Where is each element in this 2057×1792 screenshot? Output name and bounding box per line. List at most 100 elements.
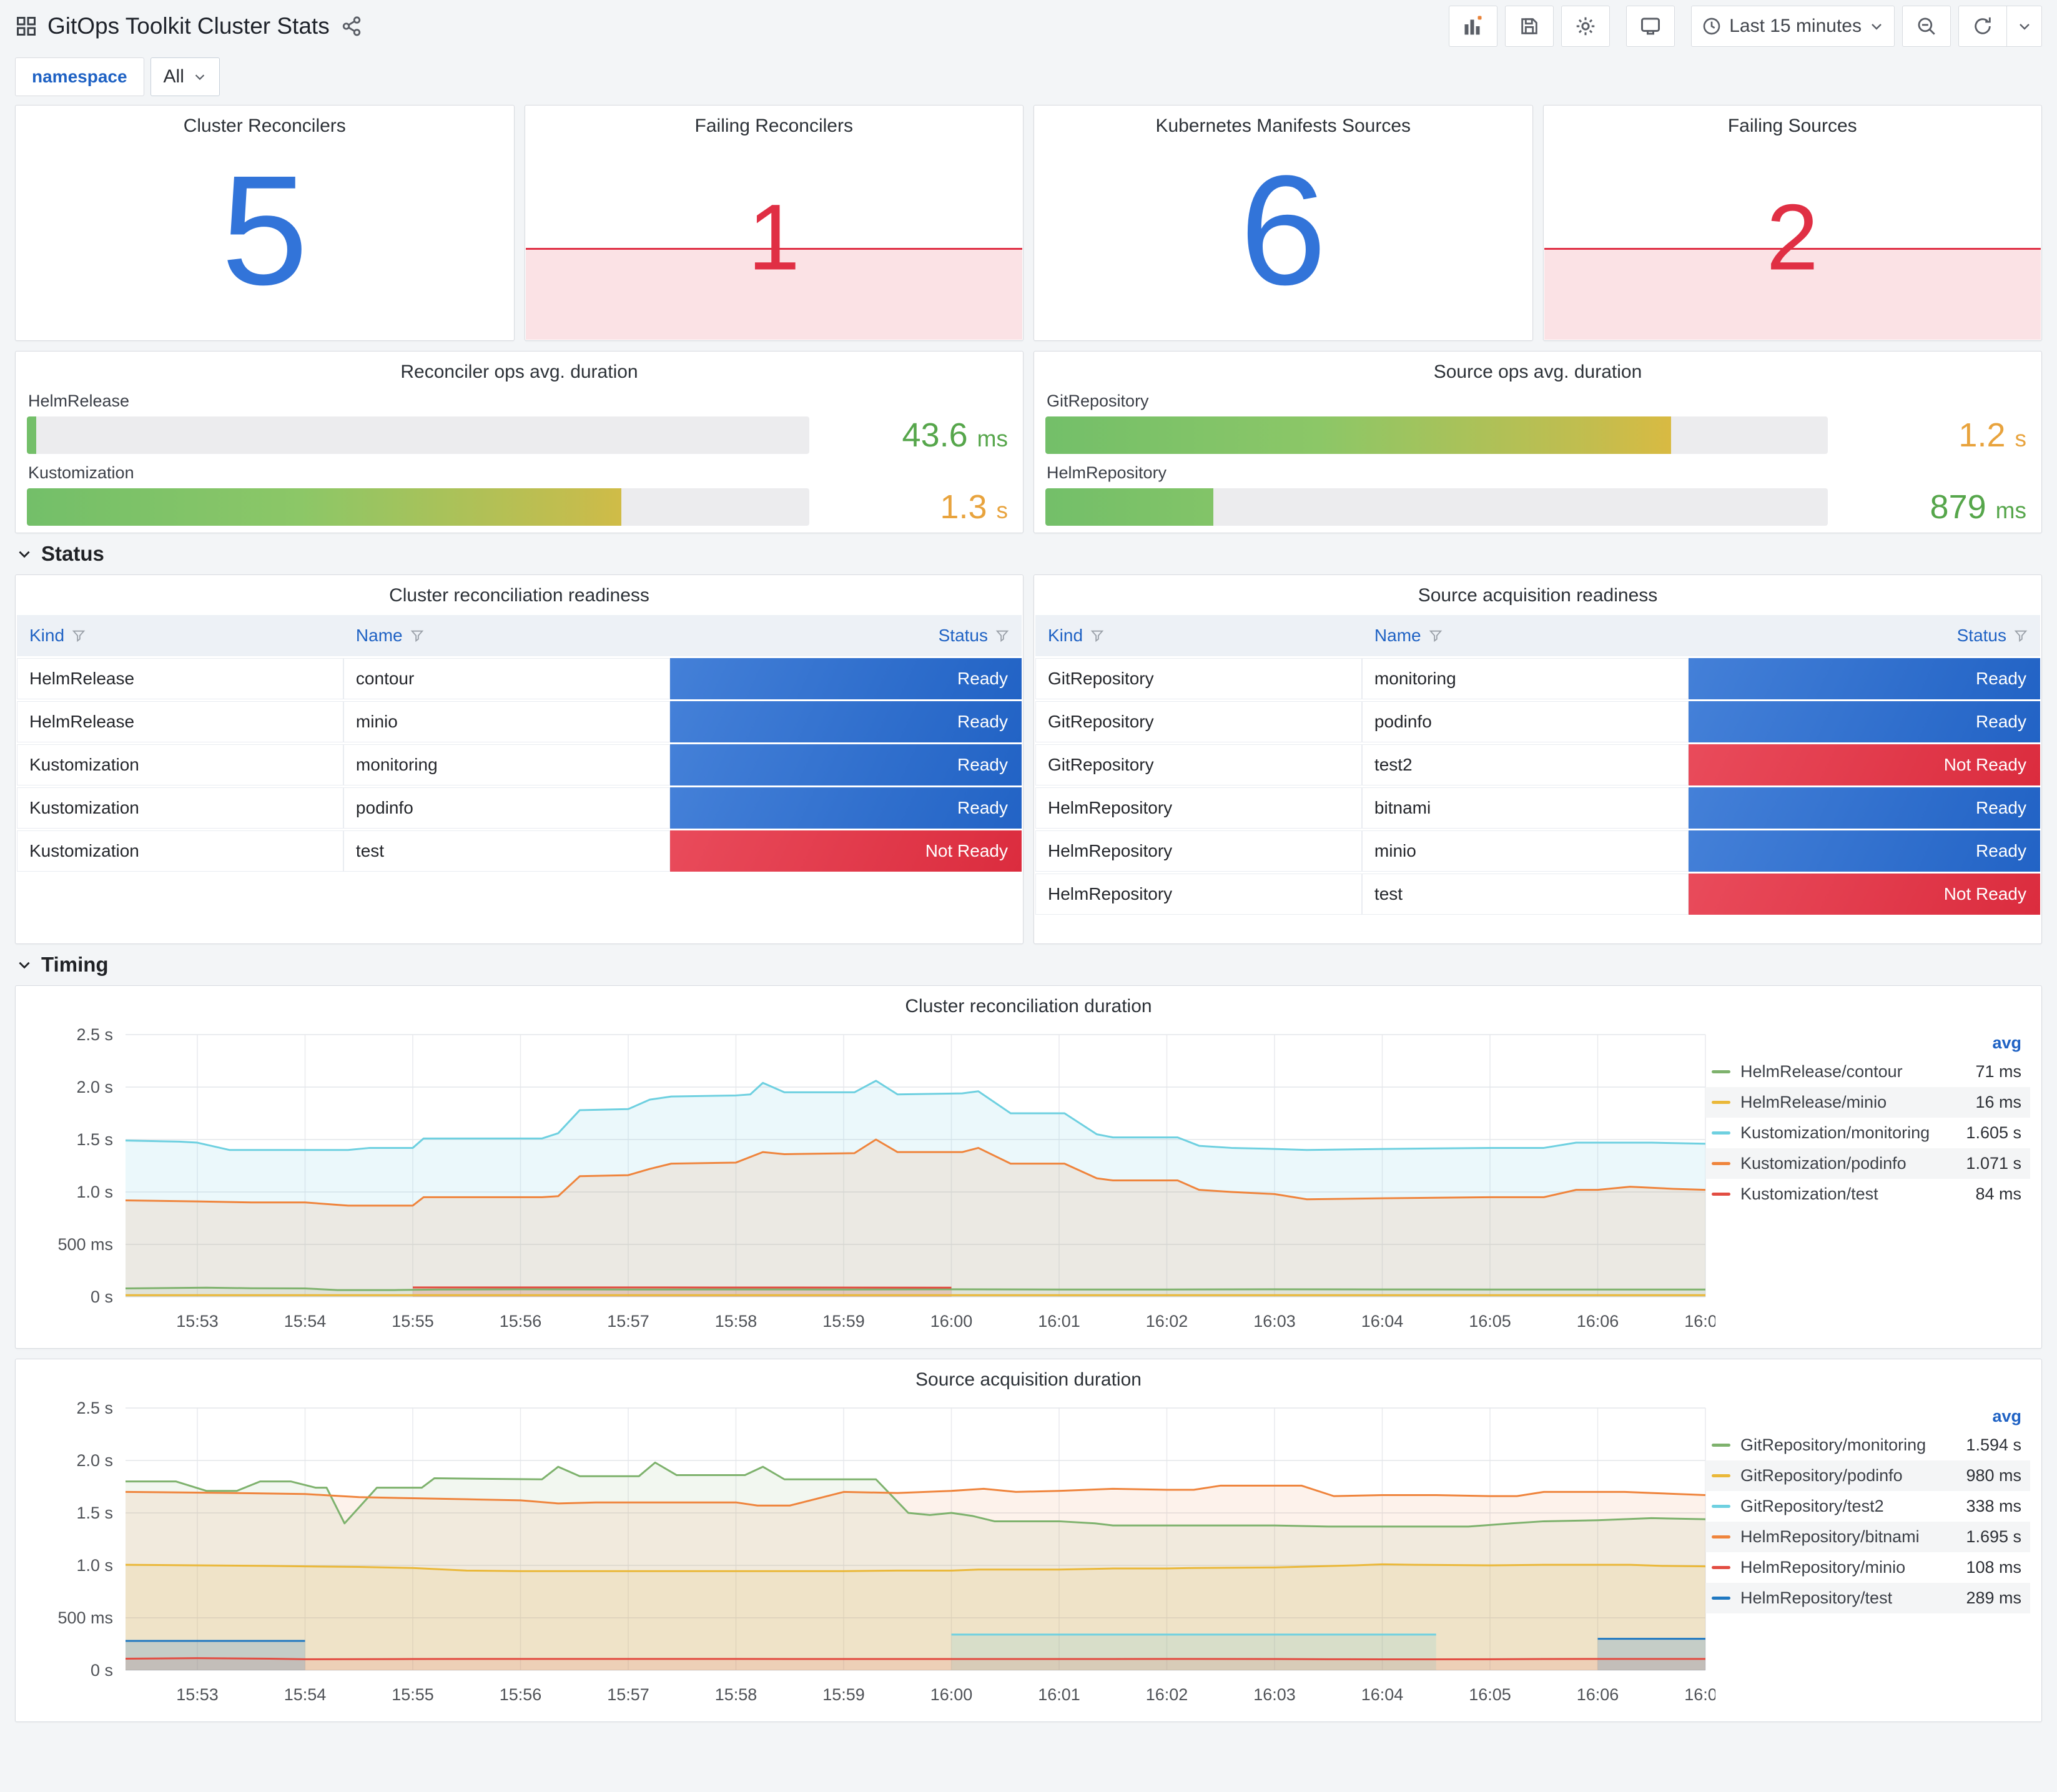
series-avg-value: 1.594 s [1966, 1435, 2021, 1454]
series-name[interactable]: GitRepository/podinfo [1740, 1466, 1928, 1485]
y-axis-tick-label: 2.0 s [76, 1078, 113, 1096]
status-badge: Ready [1688, 701, 2040, 742]
x-axis-tick-label: 16:01 [1038, 1312, 1080, 1331]
table-header-row: Kind Name Status [1035, 615, 2040, 656]
x-axis-tick-label: 15:57 [607, 1685, 649, 1704]
filter-funnel-icon[interactable] [2014, 629, 2028, 642]
x-axis-tick-label: 15:58 [715, 1685, 757, 1704]
series-name[interactable]: Kustomization/test [1740, 1184, 1928, 1204]
refresh-interval-caret-button[interactable] [2007, 6, 2042, 47]
chart-panel-cluster-reconciliation[interactable]: Cluster reconciliation duration 15:53 15:… [15, 985, 2042, 1349]
legend-item: Kustomization/monitoring 1.605 s [1705, 1118, 2030, 1148]
table-panel-source-readiness[interactable]: Source acquisition readiness Kind Name S… [1033, 574, 2042, 944]
gauge-row-label: Kustomization [28, 463, 134, 482]
filter-funnel-icon[interactable] [1090, 629, 1104, 642]
table-row: Kustomization podinfo Ready [17, 787, 1022, 829]
y-axis-tick-label: 2.5 s [76, 1399, 113, 1417]
series-color-swatch [1712, 1131, 1730, 1135]
time-series-plot[interactable]: 15:53 15:54 15:55 15:56 15:57 15:58 15:59 16:00… [26, 1397, 1726, 1717]
series-name[interactable]: HelmRepository/minio [1740, 1558, 1928, 1577]
series-color-swatch [1712, 1193, 1730, 1196]
legend-avg-header[interactable]: avg [1705, 1406, 2030, 1430]
column-header-status[interactable]: Status [1689, 626, 2040, 646]
bar-gauge-track [27, 488, 809, 526]
readiness-table: Kind Name Status GitRepository monitoring… [1035, 615, 2040, 915]
dashboard-toolbar: Last 15 minutes [1449, 6, 2042, 47]
table-row: HelmRepository minio Ready [1035, 830, 2040, 872]
x-axis-tick-label: 16:00 [930, 1685, 973, 1704]
page-title: GitOps Toolkit Cluster Stats [47, 13, 330, 39]
table-row: GitRepository podinfo Ready [1035, 701, 2040, 742]
add-panel-button[interactable] [1449, 6, 1498, 47]
series-area-fill [126, 1640, 305, 1670]
stat-value: 2 [1766, 184, 1818, 290]
legend-avg-header[interactable]: avg [1705, 1032, 2030, 1056]
cell-kind: HelmRelease [17, 658, 343, 699]
stat-panel-manifests-sources[interactable]: Kubernetes Manifests Sources 6 [1033, 105, 1533, 341]
series-name[interactable]: HelmRepository/test [1740, 1588, 1928, 1608]
share-icon[interactable] [341, 16, 362, 37]
series-name[interactable]: HelmRelease/minio [1740, 1093, 1928, 1112]
section-status-toggle[interactable]: Status [10, 533, 2047, 574]
stat-panel-failing-reconcilers[interactable]: Failing Reconcilers 1 [524, 105, 1024, 341]
stat-panel-cluster-reconcilers[interactable]: Cluster Reconcilers 5 [15, 105, 515, 341]
y-axis-tick-label: 2.0 s [76, 1451, 113, 1470]
status-badge: Ready [669, 658, 1022, 699]
readiness-table: Kind Name Status HelmRelease contour Ready… [17, 615, 1022, 872]
series-name[interactable]: HelmRepository/bitnami [1740, 1527, 1928, 1547]
series-name[interactable]: Kustomization/monitoring [1740, 1123, 1930, 1143]
series-color-swatch [1712, 1101, 1730, 1104]
status-badge: Ready [1688, 787, 2040, 829]
series-name[interactable]: GitRepository/test2 [1740, 1497, 1928, 1516]
bar-gauge-fill [1045, 488, 1214, 526]
status-badge: Not Ready [669, 830, 1022, 872]
column-header-kind[interactable]: Kind [1035, 626, 1362, 646]
dashboard-settings-button[interactable] [1561, 6, 1611, 47]
section-timing-toggle[interactable]: Timing [10, 944, 2047, 985]
column-header-kind[interactable]: Kind [17, 626, 343, 646]
status-badge: Ready [669, 744, 1022, 785]
series-color-swatch [1712, 1566, 1730, 1569]
stat-panel-failing-sources[interactable]: Failing Sources 2 [1542, 105, 2042, 341]
x-axis-tick-label: 16:02 [1146, 1312, 1188, 1331]
x-axis-tick-label: 15:57 [607, 1312, 649, 1331]
gauge-value: 1.2 s [1958, 416, 2026, 454]
series-avg-value: 108 ms [1966, 1558, 2021, 1577]
zoom-out-button[interactable] [1902, 6, 1951, 47]
gauge-panel-source-ops[interactable]: Source ops avg. duration GitRepository 1… [1033, 351, 2042, 533]
filter-funnel-icon[interactable] [72, 629, 86, 642]
filter-funnel-icon[interactable] [410, 629, 424, 642]
series-name[interactable]: Kustomization/podinfo [1740, 1154, 1928, 1173]
chart-panel-source-acquisition[interactable]: Source acquisition duration 15:53 15:54 15… [15, 1359, 2042, 1722]
variable-namespace-value-dropdown[interactable]: All [150, 57, 220, 96]
series-name[interactable]: GitRepository/monitoring [1740, 1435, 1928, 1455]
time-series-plot[interactable]: 15:53 15:54 15:55 15:56 15:57 15:58 15:59 16:00… [26, 1023, 1726, 1344]
refresh-button[interactable] [1958, 6, 2007, 47]
gauge-panel-reconciler-ops[interactable]: Reconciler ops avg. duration HelmRelease… [15, 351, 1024, 533]
stats-row: Cluster Reconcilers 5 Failing Reconciler… [10, 105, 2047, 341]
legend-item: GitRepository/test2 338 ms [1705, 1491, 2030, 1522]
table-row: GitRepository test2 Not Ready [1035, 744, 2040, 785]
x-axis-tick-label: 15:55 [392, 1312, 434, 1331]
table-panel-cluster-readiness[interactable]: Cluster reconciliation readiness Kind Na… [15, 574, 1024, 944]
tv-mode-button[interactable] [1626, 6, 1675, 47]
status-badge: Ready [1688, 830, 2040, 872]
series-line [125, 1657, 1705, 1661]
column-header-name[interactable]: Name [343, 626, 670, 646]
gauge-value: 1.3 s [940, 488, 1008, 526]
status-badge: Not Ready [1688, 744, 2040, 785]
filter-funnel-icon[interactable] [1429, 629, 1443, 642]
apps-grid-icon[interactable] [15, 15, 37, 37]
series-name[interactable]: HelmRelease/contour [1740, 1062, 1928, 1081]
time-range-picker[interactable]: Last 15 minutes [1691, 6, 1895, 47]
save-dashboard-button[interactable] [1505, 6, 1554, 47]
column-header-name[interactable]: Name [1362, 626, 1689, 646]
chevron-down-icon [1872, 24, 1882, 30]
cell-name: podinfo [1361, 701, 1689, 742]
filter-funnel-icon[interactable] [995, 629, 1009, 642]
variable-namespace-label[interactable]: namespace [15, 57, 144, 96]
series-color-swatch [1712, 1474, 1730, 1477]
x-axis-tick-label: 16:00 [930, 1312, 973, 1331]
column-header-status[interactable]: Status [670, 626, 1022, 646]
gauge-value: 879 ms [1930, 488, 2026, 526]
